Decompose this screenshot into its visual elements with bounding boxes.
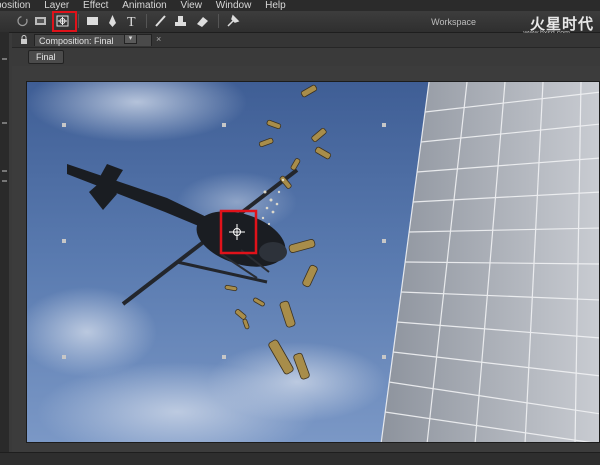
puppet-pin-icon[interactable]: [224, 13, 241, 29]
viewer-footer-bar: [0, 452, 600, 465]
menu-view[interactable]: View: [180, 0, 202, 11]
menu-animation[interactable]: Animation: [122, 0, 166, 11]
toolbar-separator: [146, 14, 147, 28]
tab-close-button[interactable]: ×: [156, 34, 161, 44]
rotate-icon[interactable]: [14, 13, 31, 29]
menu-layer[interactable]: Layer: [44, 0, 69, 11]
tools-toolbar: T Workspace 火星时代 www.hxsd.com: [0, 11, 600, 37]
menu-bar: position Layer Effect Animation View Win…: [0, 0, 600, 11]
panel-grip: [2, 180, 7, 182]
clone-stamp-icon[interactable]: [172, 13, 189, 29]
svg-text:T: T: [127, 15, 136, 29]
menu-effect[interactable]: Effect: [83, 0, 108, 11]
pen-icon[interactable]: [104, 13, 121, 29]
panel-grip: [2, 122, 7, 124]
workspace-label: Workspace: [431, 17, 476, 27]
menu-window[interactable]: Window: [216, 0, 252, 11]
tab-label: Composition: Final: [39, 36, 114, 46]
brush-icon[interactable]: [152, 13, 169, 29]
toolbar-separator: [218, 14, 219, 28]
tool-highlight-box: [52, 11, 77, 32]
menu-composition[interactable]: position: [0, 0, 30, 11]
rectangle-mask-icon[interactable]: [84, 13, 101, 29]
lock-icon[interactable]: [20, 35, 28, 44]
camera-orbit-icon[interactable]: [32, 13, 49, 29]
panel-grip: [2, 170, 7, 172]
eraser-icon[interactable]: [194, 13, 211, 29]
toolbar-separator: [78, 14, 79, 28]
menu-help[interactable]: Help: [265, 0, 286, 11]
type-icon[interactable]: T: [124, 13, 141, 30]
composition-image: [27, 82, 599, 442]
tab-dropdown-button[interactable]: ▾: [124, 34, 137, 44]
left-panel-strip: [0, 32, 9, 464]
breadcrumb-final[interactable]: Final: [28, 50, 64, 64]
panel-grip: [2, 58, 7, 60]
composition-tab-bar: Composition: Final ▾ ×: [12, 33, 600, 48]
composition-frame[interactable]: [26, 81, 600, 443]
